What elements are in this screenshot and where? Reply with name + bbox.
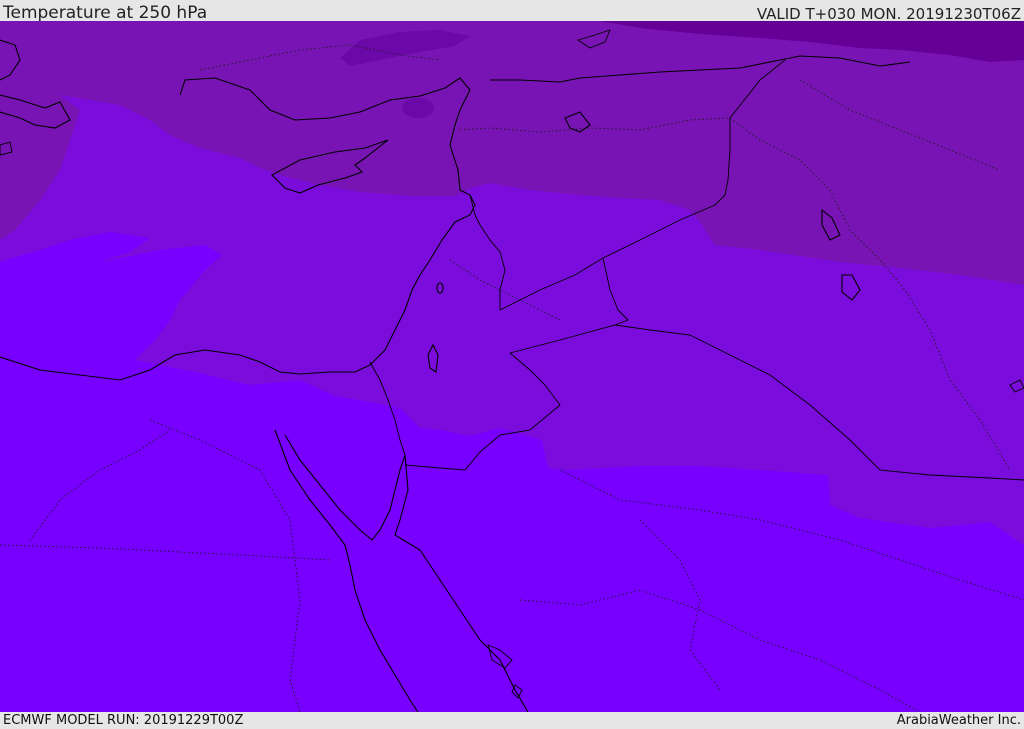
header-bar: Temperature at 250 hPa VALID T+030 MON. … — [0, 0, 1024, 23]
credit: ArabiaWeather Inc. — [896, 713, 1021, 728]
map-title: Temperature at 250 hPa — [3, 3, 208, 23]
temperature-coldest-spot — [402, 98, 434, 118]
weather-map[interactable] — [0, 21, 1024, 712]
footer-bar: ECMWF MODEL RUN: 20191229T00Z ArabiaWeat… — [0, 712, 1024, 729]
model-run: ECMWF MODEL RUN: 20191229T00Z — [3, 713, 244, 728]
